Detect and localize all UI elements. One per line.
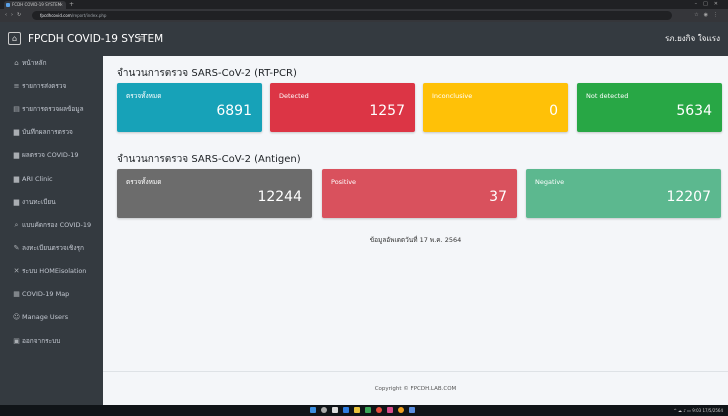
sidebar-item-label: บันทึกผลการตรวจ — [22, 128, 73, 136]
sidebar-item[interactable]: ▦ COVID-19 Map — [0, 287, 103, 303]
sidebar-item-label: ผลตรวจ COVID-19 — [22, 151, 79, 159]
sidebar-item[interactable]: ☺ Manage Users — [0, 310, 103, 326]
tray-icons: ^ ☁ ♪ ▭ — [673, 408, 693, 413]
sidebar-item[interactable]: ▆ งานทะเบียน — [0, 195, 103, 211]
menu-toggle-icon[interactable]: ≡ — [137, 32, 145, 46]
rtpcr-section-title: จำนวนการตรวจ SARS-CoV-2 (RT-PCR) — [117, 68, 297, 79]
sidebar-item-label: ลงทะเบียนตรวจเชิงรุก — [22, 244, 84, 252]
card-value: 1257 — [369, 103, 405, 119]
copyright-text: Copyright © FPCDH.LAB.COM — [374, 386, 457, 392]
logo-icon: ⌂ — [8, 32, 21, 45]
taskbar-time: 9:03 — [692, 408, 702, 413]
sidebar-item[interactable]: ✎ ลงทะเบียนตรวจเชิงรุก — [0, 241, 103, 257]
app-header: ⌂ FPCDH COVID-19 SYSTEM ≡ รภ.ยงกิจ ใจเเร… — [0, 22, 728, 56]
app-icon[interactable] — [387, 407, 393, 413]
last-updated-text: ข้อมูลอัพเดตวันที่ 17 พ.ค. 2564 — [369, 236, 462, 244]
tab-favicon-icon — [6, 3, 10, 7]
rtpcr-card: ตรวจทั้งหมด 6891 — [117, 83, 262, 132]
taskbar-date: 17/5/2564 — [702, 408, 723, 413]
new-tab-icon[interactable]: + — [69, 0, 74, 9]
map-icon: ▦ — [13, 290, 20, 298]
report-icon: ▤ — [13, 105, 20, 113]
sidebar-item-label: ออกจากระบบ — [22, 337, 61, 345]
rtpcr-card: Detected 1257 — [270, 83, 415, 132]
sidebar-item-label: แบบคัดกรอง COVID-19 — [22, 221, 92, 229]
footer: Copyright © FPCDH.LAB.COM — [103, 371, 728, 405]
sidebar-item-label: รายการส่งตรวจ — [22, 82, 67, 90]
app-icon[interactable] — [343, 407, 349, 413]
sidebar-item[interactable]: ▆ ARI Clinic — [0, 172, 103, 188]
sidebar-item-label: งานทะเบียน — [22, 198, 56, 206]
card-value: 0 — [549, 103, 558, 119]
url-host: fpcdhcovid.com — [40, 13, 72, 18]
sidebar: ⌂ หน้าหลัก ≡ รายการส่งตรวจ ▤ รายการตรวจผลข้อม… — [0, 56, 103, 405]
users-icon: ✕ — [13, 267, 20, 275]
sidebar-item[interactable]: ≡ รายการส่งตรวจ — [0, 79, 103, 95]
rtpcr-card: Not detected 5634 — [577, 83, 722, 132]
rtpcr-card: Inconclusive 0 — [423, 83, 568, 132]
user-gear-icon: ☺ — [12, 313, 21, 321]
antigen-card: Negative 12207 — [526, 169, 721, 218]
browser-extension-icons[interactable]: ☆◉⋮ — [694, 9, 723, 22]
browser-toolbar: ‹›↻ fpcdhcovid.com/report/index.php ☆◉⋮ — [0, 9, 728, 22]
file-icon: ▆ — [13, 175, 20, 183]
sidebar-item[interactable]: ▆ บันทึกผลการตรวจ — [0, 125, 103, 141]
tab-close-icon[interactable]: ✕ — [60, 1, 63, 9]
card-value: 37 — [489, 189, 507, 205]
browser-tab-bar: FCDH COVID-19 SYSTEM ✕ + –□✕ — [0, 0, 728, 9]
sidebar-item-label: หน้าหลัก — [22, 59, 47, 67]
main-content: จำนวนการตรวจ SARS-CoV-2 (RT-PCR) ตรวจทั้… — [103, 56, 728, 371]
sidebar-item-label: Manage Users — [22, 313, 69, 321]
sidebar-item-label: ARI Clinic — [22, 175, 53, 183]
url-path: /report/index.php — [71, 13, 107, 18]
browser-tab[interactable]: FCDH COVID-19 SYSTEM ✕ — [4, 1, 66, 9]
app-icon[interactable] — [409, 407, 415, 413]
search-icon[interactable] — [321, 407, 327, 413]
folder-icon[interactable] — [354, 407, 360, 413]
sidebar-item-label: ระบบ HOMEisolation — [22, 267, 87, 275]
edit-icon: ✎ — [13, 244, 20, 252]
card-label: ตรวจทั้งหมด — [126, 178, 162, 186]
search-icon: ⌕ — [14, 221, 19, 229]
card-label: ตรวจทั้งหมด — [126, 92, 162, 100]
card-label: Inconclusive — [432, 92, 473, 100]
nav-buttons[interactable]: ‹›↻ — [5, 9, 25, 22]
antigen-section-title: จำนวนการตรวจ SARS-CoV-2 (Antigen) — [117, 154, 301, 165]
address-bar[interactable]: fpcdhcovid.com/report/index.php — [32, 11, 672, 20]
file-icon: ▆ — [13, 151, 20, 159]
sidebar-item[interactable]: ▆ ผลตรวจ COVID-19 — [0, 148, 103, 164]
tab-title: FCDH COVID-19 SYSTEM — [12, 2, 62, 7]
card-value: 12244 — [257, 189, 302, 205]
card-value: 5634 — [676, 103, 712, 119]
sidebar-item-label: รายการตรวจผลข้อมูล — [22, 105, 84, 113]
list-icon: ≡ — [13, 82, 20, 90]
windows-taskbar: ^ ☁ ♪ ▭ 9:03 17/5/2564 — [0, 405, 728, 416]
card-value: 6891 — [216, 103, 252, 119]
sidebar-item[interactable]: ⌂ หน้าหลัก — [0, 56, 103, 72]
file-icon: ▆ — [13, 128, 20, 136]
task-view-icon[interactable] — [332, 407, 338, 413]
system-tray[interactable]: ^ ☁ ♪ ▭ 9:03 17/5/2564 — [673, 405, 723, 416]
sidebar-item[interactable]: ⌕ แบบคัดกรอง COVID-19 — [0, 218, 103, 234]
chrome-icon[interactable] — [376, 407, 382, 413]
antigen-card: Positive 37 — [322, 169, 517, 218]
card-value: 12207 — [666, 189, 711, 205]
card-label: Negative — [535, 178, 565, 186]
window-controls[interactable]: –□✕ — [695, 0, 724, 9]
sidebar-item[interactable]: ▤ รายการตรวจผลข้อมูล — [0, 102, 103, 118]
app-icon[interactable] — [398, 407, 404, 413]
app-icon[interactable] — [365, 407, 371, 413]
antigen-card: ตรวจทั้งหมด 12244 — [117, 169, 312, 218]
sidebar-item[interactable]: ▣ ออกจากระบบ — [0, 334, 103, 350]
card-label: Positive — [331, 178, 357, 186]
card-label: Not detected — [586, 92, 629, 100]
sidebar-item[interactable]: ✕ ระบบ HOMEisolation — [0, 264, 103, 280]
user-name[interactable]: รภ.ยงกิจ ใจเเรง — [665, 33, 720, 45]
start-icon[interactable] — [310, 407, 316, 413]
sidebar-item-label: COVID-19 Map — [22, 290, 70, 298]
file-icon: ▆ — [13, 198, 20, 206]
logout-icon: ▣ — [13, 337, 20, 345]
card-label: Detected — [279, 92, 309, 100]
home-icon: ⌂ — [14, 59, 19, 67]
